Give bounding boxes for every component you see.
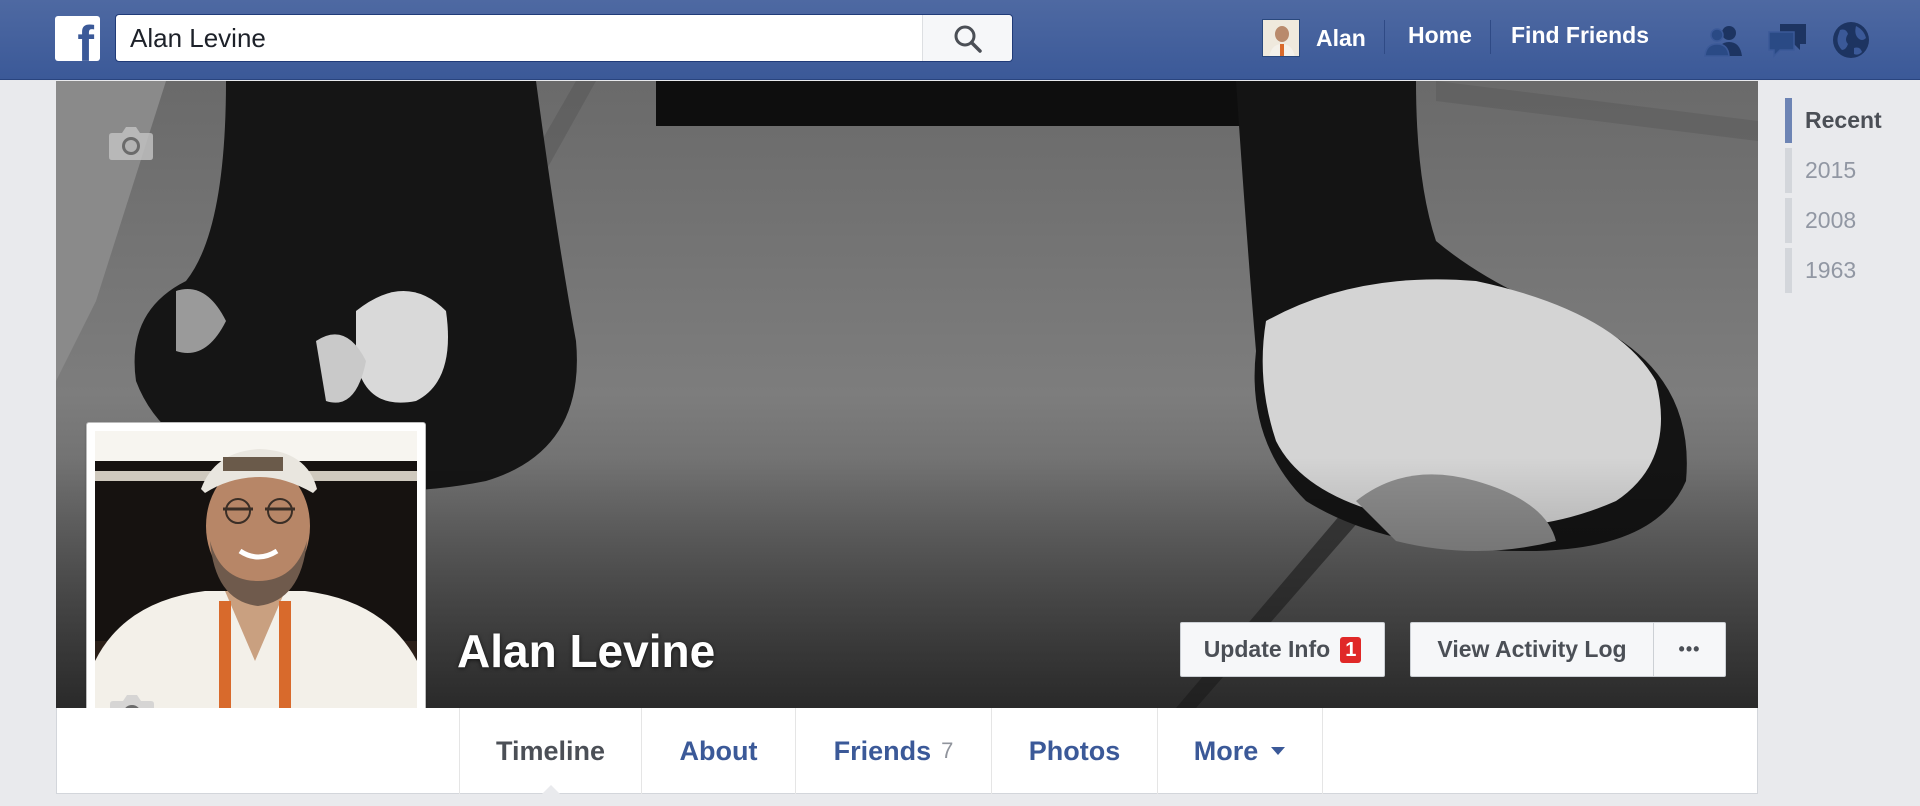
search-icon [954,25,982,53]
profile-tabs-bar: Timeline About Friends 7 Photos More [56,708,1758,795]
notification-badge: 1 [1340,636,1362,663]
nav-user-name: Alan [1316,24,1366,51]
search-box [115,14,1013,62]
update-info-label: Update Info [1203,636,1331,662]
tab-more-label: More [1193,735,1259,766]
tab-about-label: About [679,735,758,766]
nav-home-link[interactable]: Home [1408,22,1472,49]
year-item-recent[interactable]: Recent [1783,96,1903,146]
profile-name: Alan Levine [457,625,716,677]
search-button[interactable] [922,15,1012,61]
tab-photos-label: Photos [1028,735,1121,766]
more-options-button[interactable]: ••• [1653,622,1726,677]
year-item-1963[interactable]: 1963 [1783,246,1903,296]
friends-count: 7 [941,738,954,763]
search-input[interactable] [116,15,921,61]
notifications-globe-icon[interactable] [1830,20,1874,60]
tab-timeline-label: Timeline [495,735,606,766]
view-activity-log-button[interactable]: View Activity Log [1410,622,1653,677]
messages-icon[interactable] [1766,20,1810,60]
facebook-logo-icon[interactable]: f [55,16,100,61]
year-item-2008[interactable]: 2008 [1783,196,1903,246]
tab-timeline[interactable]: Timeline [459,708,641,795]
active-tab-indicator [540,785,561,795]
change-cover-camera-icon[interactable] [108,125,154,161]
top-navigation-bar: f Alan Home Find Friends [0,0,1920,80]
chevron-down-icon [1271,747,1286,755]
nav-divider [1384,20,1385,54]
friend-requests-icon[interactable] [1702,20,1746,60]
tab-friends[interactable]: Friends 7 [795,708,991,794]
nav-find-friends-link[interactable]: Find Friends [1511,22,1649,49]
tab-photos[interactable]: Photos [991,708,1157,794]
nav-divider [1490,20,1491,54]
nav-profile-link[interactable]: Alan [1262,18,1366,58]
more-options-icon: ••• [1678,639,1701,659]
view-activity-log-label: View Activity Log [1437,636,1627,662]
avatar [1262,19,1300,57]
tab-about[interactable]: About [641,708,795,794]
update-info-button[interactable]: Update Info 1 [1180,622,1385,677]
timeline-year-nav: Recent 2015 2008 1963 [1783,96,1903,296]
tab-friends-label: Friends [833,735,932,766]
year-item-2015[interactable]: 2015 [1783,146,1903,196]
facebook-logo-letter: f [77,16,94,61]
tab-more[interactable]: More [1157,708,1323,794]
